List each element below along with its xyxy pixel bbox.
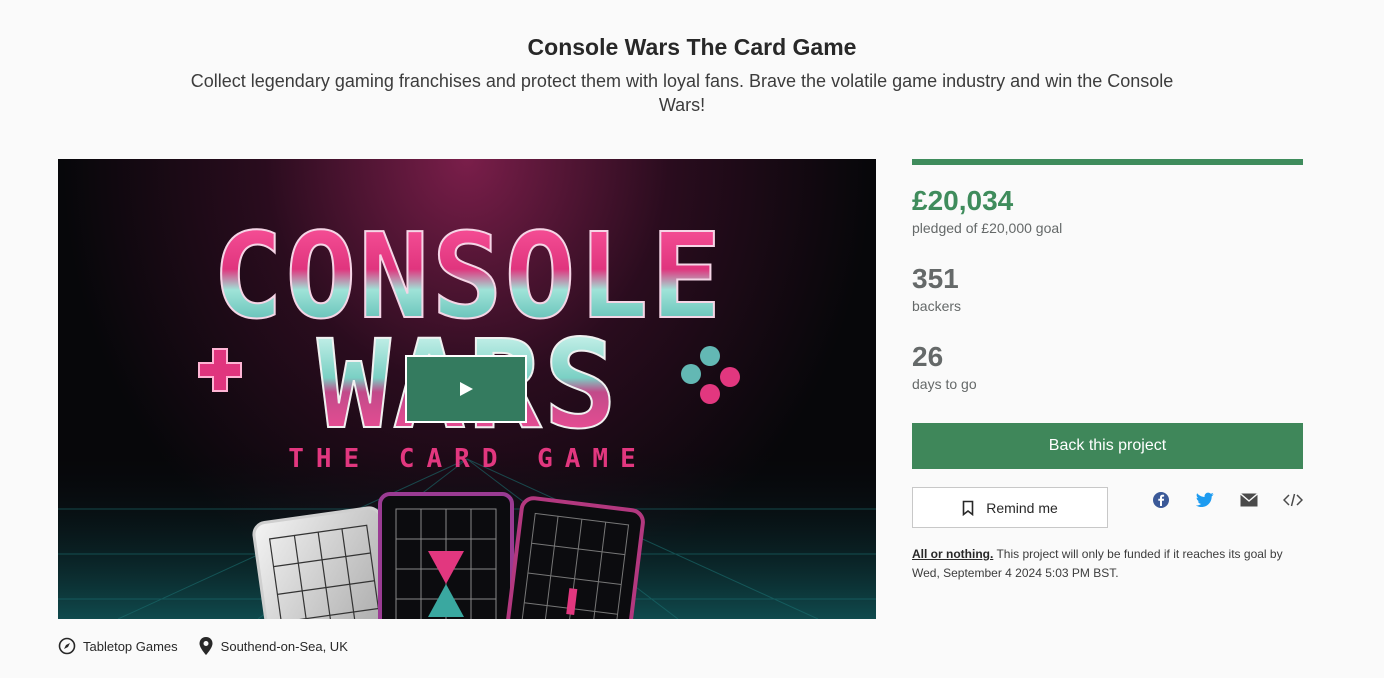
twitter-icon: [1196, 492, 1214, 508]
share-twitter-button[interactable]: [1194, 489, 1216, 511]
remind-me-label: Remind me: [986, 499, 1058, 516]
funding-progress-fill: [912, 159, 1303, 165]
category-link[interactable]: Tabletop Games: [58, 637, 178, 655]
funding-progress-bar: [912, 159, 1303, 165]
all-or-nothing-link[interactable]: All or nothing.: [912, 547, 993, 561]
days-left: 26: [912, 341, 944, 372]
compass-icon: [58, 637, 76, 655]
back-project-button[interactable]: Back this project: [912, 423, 1303, 469]
embed-icon: [1283, 493, 1303, 507]
project-blurb: Collect legendary gaming franchises and …: [190, 71, 1174, 115]
pledged-label: pledged of £20,000 goal: [912, 220, 1063, 236]
facebook-icon: [1153, 492, 1169, 508]
project-video[interactable]: CONSOLE WARS THE CARD GAME: [58, 159, 876, 619]
play-video-button[interactable]: [405, 355, 527, 423]
map-pin-icon: [199, 637, 213, 655]
share-facebook-button[interactable]: [1150, 489, 1172, 511]
funding-terms: All or nothing. This project will only b…: [912, 545, 1303, 583]
backers-label: backers: [912, 298, 962, 314]
project-meta: Tabletop Games Southend-on-Sea, UK: [58, 636, 368, 656]
pledged-amount: £20,034: [912, 185, 1014, 216]
backers-count: 351: [912, 263, 959, 294]
days-label: days to go: [912, 376, 977, 392]
location-link[interactable]: Southend-on-Sea, UK: [198, 636, 348, 656]
remind-me-button[interactable]: Remind me: [912, 487, 1108, 528]
project-title: Console Wars The Card Game: [527, 34, 857, 60]
embed-button[interactable]: [1282, 489, 1304, 511]
play-icon: [460, 382, 473, 396]
category-label: Tabletop Games: [83, 638, 178, 654]
bookmark-icon: [962, 500, 974, 516]
share-email-button[interactable]: [1238, 489, 1260, 511]
art-subtitle: THE CARD GAME: [288, 444, 648, 474]
email-icon: [1240, 493, 1258, 507]
location-label: Southend-on-Sea, UK: [220, 638, 348, 654]
